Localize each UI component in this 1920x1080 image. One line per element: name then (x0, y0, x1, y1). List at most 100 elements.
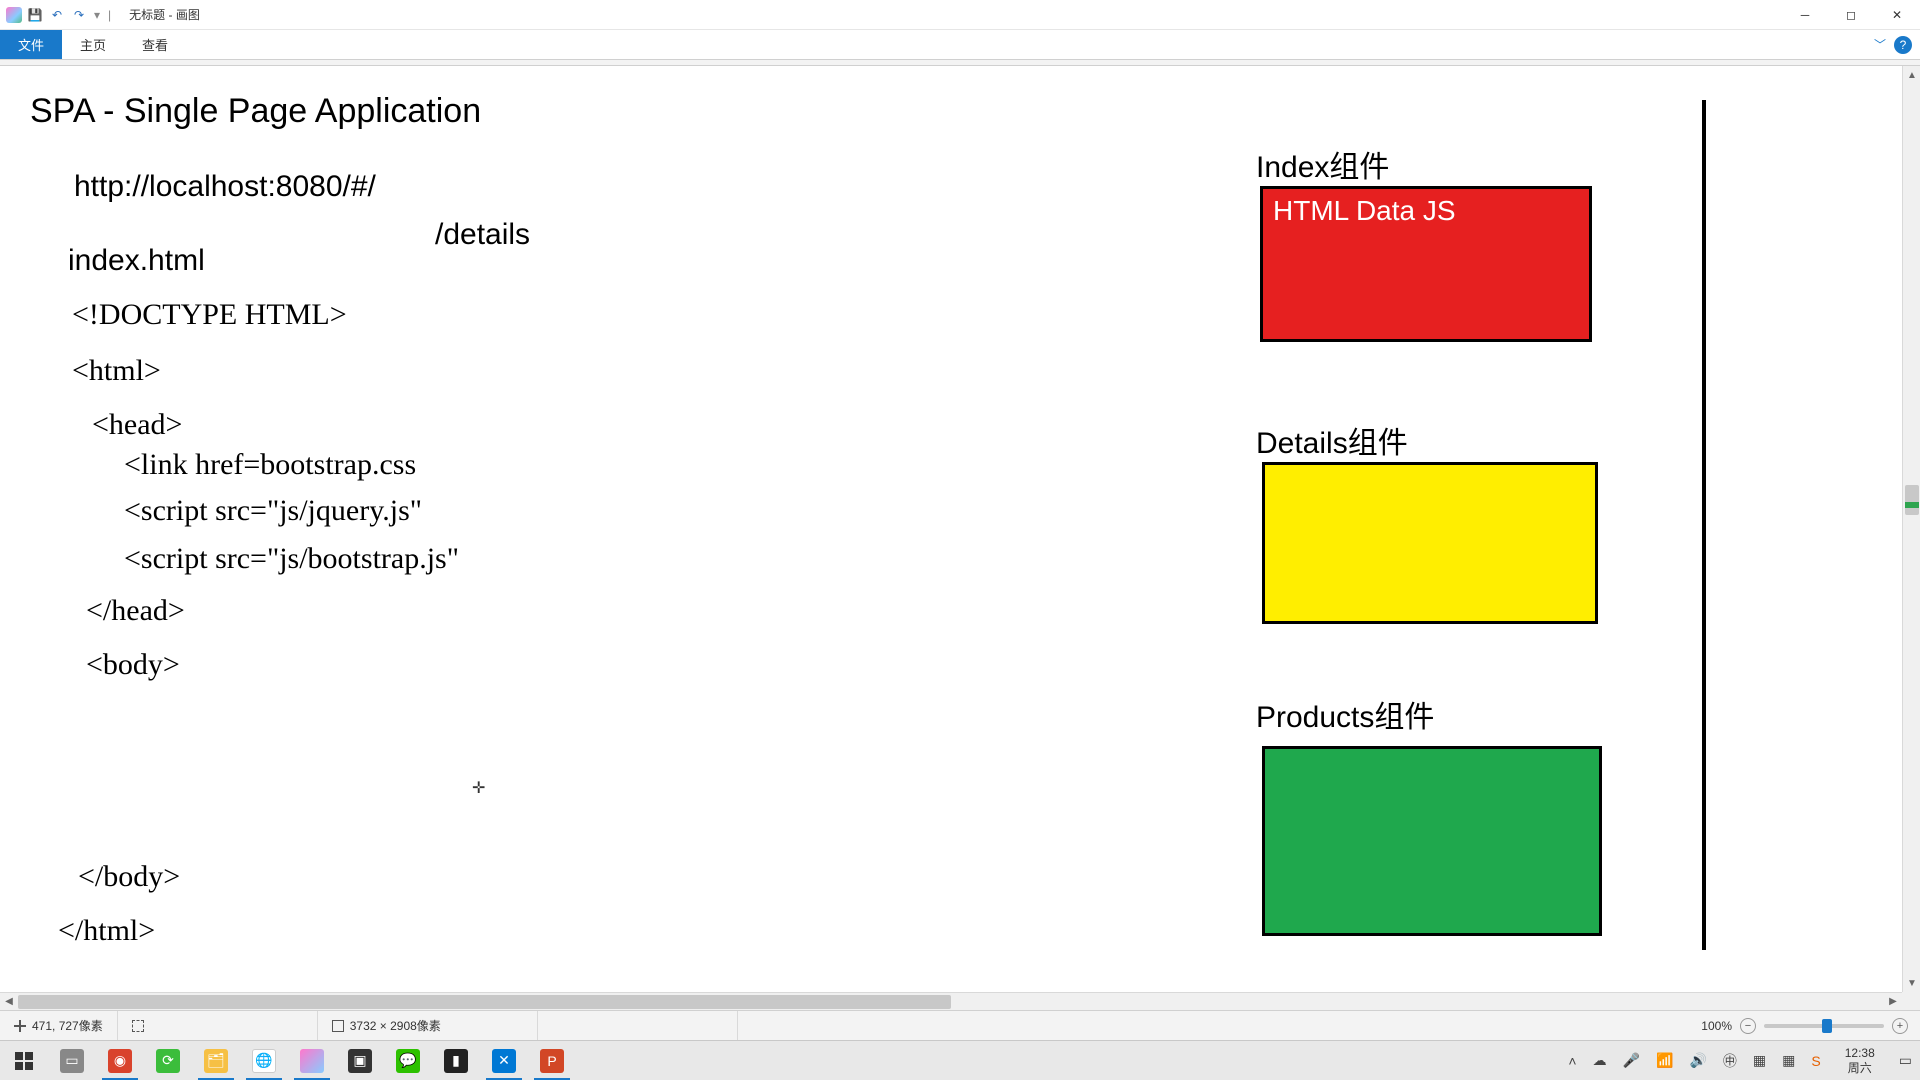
ribbon-right: ﹀ ? (1874, 30, 1920, 59)
tray-wifi-icon[interactable]: 📶 (1656, 1052, 1673, 1069)
clock-date: 周六 (1845, 1061, 1875, 1075)
tray-mic-icon[interactable]: 🎤 (1623, 1052, 1640, 1069)
selection-icon (132, 1020, 144, 1032)
system-tray: ˄ ☁ 🎤 📶 🔊 ㊥ ▦ ▦ S 12:38 周六 ▭ (1560, 1046, 1920, 1075)
app-name: 画图 (176, 8, 200, 22)
doc-name: 无标题 (129, 8, 165, 22)
scroll-up-icon[interactable]: ▲ (1903, 66, 1920, 84)
paint-app-icon (6, 7, 22, 23)
tab-file[interactable]: 文件 (0, 30, 62, 59)
start-button[interactable] (0, 1041, 48, 1080)
crosshair-icon (14, 1020, 26, 1032)
save-icon[interactable]: 💾 (26, 6, 44, 24)
taskbar-app-chrome[interactable]: 🌐 (240, 1041, 288, 1080)
close-button[interactable]: ✕ (1874, 0, 1920, 30)
vscroll-track[interactable] (1903, 84, 1920, 974)
scroll-split-mark (1905, 502, 1919, 508)
tray-icon-3[interactable]: S (1811, 1053, 1820, 1069)
undo-icon[interactable]: ↶ (48, 6, 66, 24)
box-index-text: HTML Data JS (1273, 195, 1456, 227)
heading-spa: SPA - Single Page Application (30, 92, 481, 131)
tray-volume-icon[interactable]: 🔊 (1689, 1052, 1706, 1069)
text-index-file: index.html (68, 244, 205, 278)
zoom-out-button[interactable]: − (1740, 1018, 1756, 1034)
taskbar-app-terminal[interactable]: ▮ (432, 1041, 480, 1080)
clock-time: 12:38 (1845, 1046, 1875, 1060)
size-icon (332, 1020, 344, 1032)
taskbar-app-powerpoint[interactable]: P (528, 1041, 576, 1080)
status-size: 3732 × 2908像素 (318, 1011, 538, 1040)
taskbar-app-camtasia[interactable]: ◉ (96, 1041, 144, 1080)
code-body-open: <body> (86, 648, 180, 682)
status-selection (118, 1011, 318, 1040)
box-index-component: HTML Data JS (1260, 186, 1592, 342)
minimize-button[interactable]: ─ (1782, 0, 1828, 30)
zoom-in-button[interactable]: + (1892, 1018, 1908, 1034)
scroll-left-icon[interactable]: ◀ (0, 993, 18, 1011)
vertical-line (1702, 100, 1706, 950)
text-route: /details (435, 218, 530, 252)
zoom-slider[interactable] (1764, 1024, 1884, 1028)
tab-home[interactable]: 主页 (62, 30, 124, 59)
windows-icon (15, 1052, 33, 1070)
taskbar: ▭ ◉ ⟳ 🗂 🌐 ▣ 💬 ▮ ✕ P ˄ ☁ 🎤 📶 🔊 ㊥ ▦ ▦ S 12… (0, 1040, 1920, 1080)
tray-icon-1[interactable]: ▦ (1753, 1052, 1766, 1069)
window-title: 无标题 - 画图 (119, 6, 200, 23)
scroll-right-icon[interactable]: ▶ (1884, 993, 1902, 1011)
status-coords: 471, 727像素 (0, 1011, 118, 1040)
taskbar-app-paint[interactable] (288, 1041, 336, 1080)
taskbar-app-1[interactable]: ⟳ (144, 1041, 192, 1080)
tray-onedrive-icon[interactable]: ☁ (1593, 1052, 1607, 1069)
work-area: SPA - Single Page Application http://loc… (0, 66, 1920, 1010)
text-url: http://localhost:8080/#/ (74, 170, 376, 204)
taskbar-clock[interactable]: 12:38 周六 (1837, 1046, 1883, 1075)
status-bar: 471, 727像素 3732 × 2908像素 100% − + (0, 1010, 1920, 1040)
code-head-open: <head> (92, 408, 182, 442)
zoom-knob[interactable] (1822, 1019, 1832, 1033)
quick-access-toolbar: 💾 ↶ ↷ ▾ | (0, 6, 119, 24)
code-script-bootstrap: <script src="js/bootstrap.js" (124, 542, 459, 576)
taskbar-app-explorer[interactable]: 🗂 (192, 1041, 240, 1080)
box-products-component (1262, 746, 1602, 936)
ribbon-tabs: 文件 主页 查看 ﹀ ? (0, 30, 1920, 60)
code-html-open: <html> (72, 354, 161, 388)
code-head-close: </head> (86, 594, 185, 628)
label-index-component: Index组件 (1256, 142, 1389, 186)
vertical-scrollbar[interactable]: ▲ ▼ (1902, 66, 1920, 992)
vscroll-thumb[interactable] (1905, 485, 1919, 515)
status-filesize (538, 1011, 738, 1040)
label-details-component: Details组件 (1256, 418, 1408, 462)
taskbar-app-vscode[interactable]: ✕ (480, 1041, 528, 1080)
drawing: SPA - Single Page Application http://loc… (0, 66, 1902, 992)
horizontal-scrollbar[interactable]: ◀ ▶ (0, 992, 1902, 1010)
code-script-jquery: <script src="js/jquery.js" (124, 494, 422, 528)
taskview-button[interactable]: ▭ (48, 1041, 96, 1080)
tray-notifications-icon[interactable]: ▭ (1899, 1052, 1912, 1069)
tray-expand-icon[interactable]: ˄ (1568, 1053, 1576, 1069)
window-controls: ─ ◻ ✕ (1782, 0, 1920, 30)
tray-icon-2[interactable]: ▦ (1782, 1052, 1795, 1069)
canvas[interactable]: SPA - Single Page Application http://loc… (0, 66, 1902, 992)
scroll-down-icon[interactable]: ▼ (1903, 974, 1920, 992)
box-details-component (1262, 462, 1598, 624)
hscroll-track[interactable] (18, 993, 1884, 1011)
code-html-close: </html> (58, 914, 155, 948)
tab-view[interactable]: 查看 (124, 30, 186, 59)
code-body-close: </body> (78, 860, 180, 894)
status-zoom: 100% − + (1689, 1018, 1920, 1034)
taskbar-app-2[interactable]: ▣ (336, 1041, 384, 1080)
code-link: <link href=bootstrap.css (124, 448, 416, 482)
label-products-component: Products组件 (1256, 692, 1434, 736)
qat-separator: ▾ (92, 8, 102, 22)
coords-text: 471, 727像素 (32, 1017, 103, 1034)
taskbar-app-wechat[interactable]: 💬 (384, 1041, 432, 1080)
collapse-ribbon-icon[interactable]: ﹀ (1874, 36, 1886, 53)
maximize-button[interactable]: ◻ (1828, 0, 1874, 30)
zoom-text: 100% (1701, 1019, 1732, 1033)
tray-ime-icon[interactable]: ㊥ (1723, 1051, 1737, 1071)
hscroll-thumb[interactable] (18, 995, 951, 1009)
redo-icon[interactable]: ↷ (70, 6, 88, 24)
crosshair-cursor: ✛ (472, 778, 485, 798)
help-icon[interactable]: ? (1894, 36, 1912, 54)
title-bar: 💾 ↶ ↷ ▾ | 无标题 - 画图 ─ ◻ ✕ (0, 0, 1920, 30)
